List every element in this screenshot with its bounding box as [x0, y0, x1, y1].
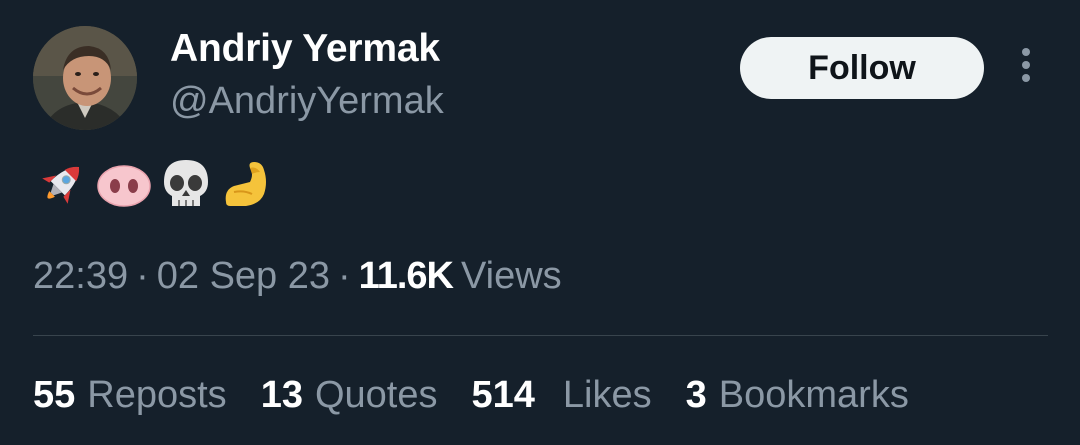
tweet-text [33, 156, 277, 212]
tweet-date[interactable]: 02 Sep 23 [157, 255, 330, 298]
author-handle[interactable]: @AndriyYermak [170, 80, 444, 123]
avatar[interactable] [33, 26, 137, 130]
divider [33, 335, 1048, 336]
engagement-stats: 55 Reposts 13 Quotes 514 Likes 3 Bookmar… [33, 374, 943, 417]
views-label[interactable]: Views [461, 255, 562, 298]
more-options-button[interactable] [1010, 44, 1042, 90]
pig-nose-icon [95, 156, 153, 212]
bookmarks-stat[interactable]: 3 Bookmarks [686, 374, 909, 417]
bookmarks-count: 3 [685, 374, 707, 416]
flexed-biceps-icon [219, 156, 277, 212]
bookmarks-label: Bookmarks [718, 374, 909, 416]
author-name[interactable]: Andriy Yermak [170, 27, 440, 71]
tweet-meta: 22:39 · 02 Sep 23 · 11.6K Views [33, 255, 562, 298]
likes-label: Likes [562, 374, 652, 416]
tweet-time[interactable]: 22:39 [33, 255, 128, 298]
follow-button[interactable]: Follow [740, 37, 984, 99]
reposts-count: 55 [33, 374, 76, 416]
quotes-label: Quotes [314, 374, 438, 416]
skull-icon [157, 156, 215, 212]
more-vertical-icon [1020, 46, 1032, 89]
reposts-stat[interactable]: 55 Reposts [33, 374, 227, 417]
meta-separator: · [338, 255, 351, 297]
likes-stat[interactable]: 514 Likes [472, 374, 652, 417]
quotes-stat[interactable]: 13 Quotes [261, 374, 438, 417]
meta-separator: · [136, 255, 149, 297]
views-count[interactable]: 11.6K [359, 255, 454, 298]
reposts-label: Reposts [87, 374, 227, 416]
rocket-icon [33, 156, 91, 212]
likes-count: 514 [471, 374, 535, 416]
quotes-count: 13 [260, 374, 303, 416]
